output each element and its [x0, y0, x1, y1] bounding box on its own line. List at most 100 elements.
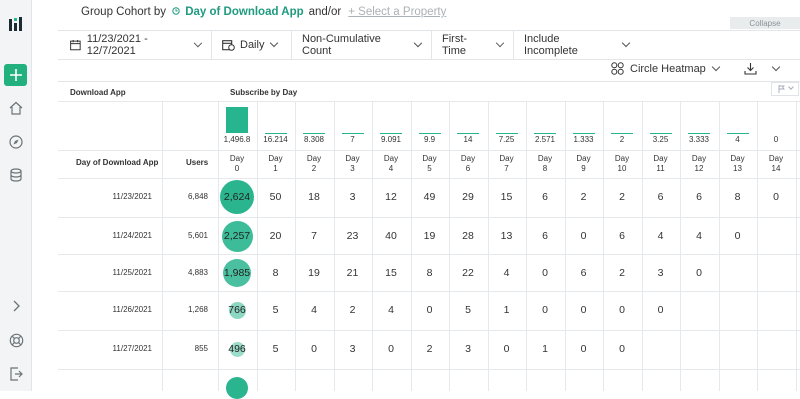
heatmap-cell[interactable]: 8 [257, 267, 295, 279]
count-mode-dropdown[interactable]: Non-Cumulative Count [292, 31, 432, 59]
heatmap-cell[interactable]: 22 [449, 267, 487, 279]
heatmap-cell[interactable]: 0 [757, 191, 795, 203]
heatmap-cell[interactable]: 496 [218, 343, 256, 355]
chevron-right-icon[interactable] [6, 296, 26, 316]
chevron-down-icon [711, 62, 721, 71]
day-number: 5 [427, 164, 432, 173]
cohort-table: Day of Download App Users 1,496.8 Day 0 16.… [58, 102, 800, 399]
heatmap-cell[interactable]: 29 [449, 191, 487, 203]
heatmap-cell[interactable]: 0 [526, 304, 564, 316]
compass-icon[interactable] [6, 132, 26, 152]
heatmap-cell[interactable]: 4 [488, 267, 526, 279]
heatmap-bar [226, 107, 248, 133]
heatmap-cell[interactable]: 0 [372, 343, 410, 355]
plus-icon[interactable] [4, 64, 27, 86]
heatmap-cell[interactable]: 21 [334, 267, 372, 279]
heatmap-cell[interactable]: 2 [603, 267, 641, 279]
group-property-chip[interactable]: Day of Download App [172, 6, 304, 18]
first-time-dropdown[interactable]: First-Time [432, 31, 514, 59]
heatmap-cell[interactable]: 2,624 [218, 191, 256, 203]
logout-icon[interactable] [6, 364, 26, 384]
heatmap-cell[interactable]: 19 [411, 230, 449, 242]
heatmap-cell[interactable]: 0 [411, 304, 449, 316]
heatmap-cell[interactable]: 6 [680, 191, 718, 203]
heatmap-cell[interactable]: 2 [603, 191, 641, 203]
heatmap-cell[interactable]: 15 [372, 267, 410, 279]
incomplete-dropdown[interactable]: Include Incomplete [514, 31, 639, 59]
heatmap-cell[interactable]: 49 [411, 191, 449, 203]
heatmap-cell[interactable]: 6 [603, 230, 641, 242]
column-divider [757, 102, 758, 391]
flag-dropdown[interactable] [771, 82, 799, 96]
heatmap-cell[interactable]: 0 [642, 304, 680, 316]
heatmap-cell[interactable]: 0 [603, 343, 641, 355]
heatmap-cell[interactable]: 8 [411, 267, 449, 279]
heatmap-cell[interactable]: 4 [680, 230, 718, 242]
date-range-picker[interactable]: 11/23/2021 - 12/7/2021 [58, 31, 212, 59]
heatmap-cell[interactable]: 0 [603, 304, 641, 316]
heatmap-cell[interactable]: 2 [334, 304, 372, 316]
logo-icon[interactable] [6, 14, 26, 34]
heatmap-cell[interactable]: 3 [334, 191, 372, 203]
heatmap-cell[interactable]: 2 [411, 343, 449, 355]
heatmap-cell[interactable]: 0 [719, 230, 757, 242]
heatmap-cell[interactable]: 0 [488, 343, 526, 355]
heatmap-cell[interactable]: 20 [257, 230, 295, 242]
interval-dropdown[interactable]: Daily [212, 31, 292, 59]
heatmap-cell[interactable]: 28 [449, 230, 487, 242]
lifebuoy-icon[interactable] [6, 330, 26, 350]
heatmap-cell[interactable]: 13 [488, 230, 526, 242]
heatmap-cell[interactable]: 40 [372, 230, 410, 242]
heatmap-cell[interactable]: 18 [295, 191, 333, 203]
heatmap-cell[interactable]: 6 [526, 191, 564, 203]
download-dropdown[interactable] [744, 62, 781, 75]
heatmap-cell[interactable]: 5 [449, 304, 487, 316]
heatmap-cell[interactable]: 2 [565, 191, 603, 203]
heatmap-cell[interactable]: 1 [488, 304, 526, 316]
heatmap-cell[interactable]: 8 [719, 191, 757, 203]
heatmap-cell[interactable]: 6 [565, 267, 603, 279]
download-icon [744, 63, 757, 75]
heatmap-cell[interactable]: 0 [565, 230, 603, 242]
count-mode-value: Non-Cumulative Count [302, 33, 381, 57]
heatmap-cell[interactable]: 5 [257, 343, 295, 355]
heatmap-cell[interactable]: 15 [488, 191, 526, 203]
heatmap-cell[interactable]: 6 [526, 230, 564, 242]
day-number: 11 [656, 164, 665, 173]
heatmap-cell[interactable]: 12 [372, 191, 410, 203]
column-divider [680, 102, 681, 391]
heatmap-cell[interactable]: 50 [257, 191, 295, 203]
heatmap-bar [418, 133, 441, 134]
heatmap-cell[interactable]: 0 [565, 304, 603, 316]
heatmap-cell[interactable]: 766 [218, 304, 256, 316]
heatmap-cell[interactable]: 3 [642, 267, 680, 279]
heatmap-cell[interactable]: 7 [295, 230, 333, 242]
heatmap-cell[interactable]: 4 [372, 304, 410, 316]
heatmap-cell[interactable]: 0 [526, 267, 564, 279]
heatmap-cell[interactable]: 0 [295, 343, 333, 355]
view-mode-dropdown[interactable]: Circle Heatmap [611, 62, 721, 75]
heatmap-cell[interactable]: 3 [334, 343, 372, 355]
heatmap-cell[interactable]: 6 [642, 191, 680, 203]
heatmap-cell[interactable]: 3 [449, 343, 487, 355]
row-date: 11/24/2021 [112, 231, 152, 240]
heatmap-cell[interactable]: 1,985 [218, 267, 256, 279]
day-label: Day [730, 154, 745, 163]
row-date: 11/26/2021 [112, 305, 152, 314]
calendar-clock-icon [222, 40, 235, 51]
select-property-link[interactable]: + Select a Property [348, 6, 446, 18]
heatmap-cell[interactable]: 19 [295, 267, 333, 279]
home-icon[interactable] [6, 98, 26, 118]
collapse-button[interactable]: Collapse [730, 17, 800, 29]
heatmap-cell[interactable]: 2,257 [218, 230, 256, 242]
heatmap-cell[interactable]: 0 [680, 267, 718, 279]
heatmap-cell[interactable]: 1 [526, 343, 564, 355]
heatmap-cell[interactable]: 23 [334, 230, 372, 242]
heatmap-cell[interactable]: 0 [565, 343, 603, 355]
heatmap-cell[interactable]: 4 [642, 230, 680, 242]
heatmap-cell[interactable]: 4 [295, 304, 333, 316]
day-label: Day [383, 154, 399, 163]
day-label: Day [229, 154, 245, 163]
database-icon[interactable] [6, 165, 26, 185]
heatmap-cell[interactable]: 5 [257, 304, 295, 316]
